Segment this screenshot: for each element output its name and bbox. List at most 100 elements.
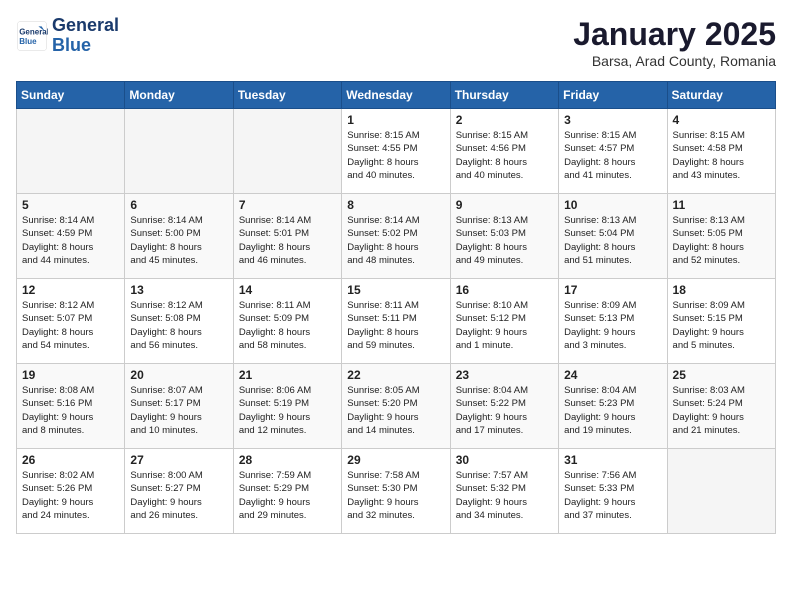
month-title: January 2025 [573,16,776,53]
location: Barsa, Arad County, Romania [573,53,776,69]
day-number: 20 [130,368,227,382]
day-number: 8 [347,198,444,212]
day-number: 16 [456,283,553,297]
day-number: 14 [239,283,336,297]
weekday-header: Thursday [450,82,558,109]
day-number: 4 [673,113,770,127]
calendar-week-row: 12 Sunrise: 8:12 AM Sunset: 5:07 PM Dayli… [17,279,776,364]
day-number: 6 [130,198,227,212]
day-info: Sunrise: 8:08 AM Sunset: 5:16 PM Dayligh… [22,384,119,437]
calendar-cell: 5 Sunrise: 8:14 AM Sunset: 4:59 PM Daylig… [17,194,125,279]
title-block: January 2025 Barsa, Arad County, Romania [573,16,776,69]
calendar-cell: 25 Sunrise: 8:03 AM Sunset: 5:24 PM Dayli… [667,364,775,449]
day-number: 17 [564,283,661,297]
logo-icon: General Blue [16,20,48,52]
day-info: Sunrise: 8:06 AM Sunset: 5:19 PM Dayligh… [239,384,336,437]
calendar-cell: 8 Sunrise: 8:14 AM Sunset: 5:02 PM Daylig… [342,194,450,279]
day-info: Sunrise: 7:58 AM Sunset: 5:30 PM Dayligh… [347,469,444,522]
day-info: Sunrise: 7:57 AM Sunset: 5:32 PM Dayligh… [456,469,553,522]
calendar-cell: 21 Sunrise: 8:06 AM Sunset: 5:19 PM Dayli… [233,364,341,449]
day-number: 9 [456,198,553,212]
calendar-table: SundayMondayTuesdayWednesdayThursdayFrid… [16,81,776,534]
calendar-cell [17,109,125,194]
calendar-cell: 16Sunrise: 8:10 AM Sunset: 5:12 PM Dayli… [450,279,558,364]
calendar-cell: 31 Sunrise: 7:56 AM Sunset: 5:33 PM Dayli… [559,449,667,534]
day-number: 18 [673,283,770,297]
day-number: 29 [347,453,444,467]
day-info: Sunrise: 8:09 AM Sunset: 5:13 PM Dayligh… [564,299,661,352]
calendar-cell: 1 Sunrise: 8:15 AM Sunset: 4:55 PM Daylig… [342,109,450,194]
day-info: Sunrise: 8:04 AM Sunset: 5:23 PM Dayligh… [564,384,661,437]
calendar-cell: 28 Sunrise: 7:59 AM Sunset: 5:29 PM Dayli… [233,449,341,534]
calendar-cell: 15 Sunrise: 8:11 AM Sunset: 5:11 PM Dayli… [342,279,450,364]
weekday-header: Saturday [667,82,775,109]
calendar-cell: 27 Sunrise: 8:00 AM Sunset: 5:27 PM Dayli… [125,449,233,534]
day-info: Sunrise: 8:12 AM Sunset: 5:07 PM Dayligh… [22,299,119,352]
weekday-header: Tuesday [233,82,341,109]
day-info: Sunrise: 8:14 AM Sunset: 5:01 PM Dayligh… [239,214,336,267]
calendar-cell: 14 Sunrise: 8:11 AM Sunset: 5:09 PM Dayli… [233,279,341,364]
calendar-cell: 24 Sunrise: 8:04 AM Sunset: 5:23 PM Dayli… [559,364,667,449]
weekday-header: Friday [559,82,667,109]
day-number: 15 [347,283,444,297]
calendar-cell: 9 Sunrise: 8:13 AM Sunset: 5:03 PM Daylig… [450,194,558,279]
day-number: 22 [347,368,444,382]
svg-text:Blue: Blue [19,37,37,46]
day-info: Sunrise: 8:03 AM Sunset: 5:24 PM Dayligh… [673,384,770,437]
weekday-header: Sunday [17,82,125,109]
day-info: Sunrise: 7:59 AM Sunset: 5:29 PM Dayligh… [239,469,336,522]
day-info: Sunrise: 8:15 AM Sunset: 4:56 PM Dayligh… [456,129,553,182]
calendar-cell: 2Sunrise: 8:15 AM Sunset: 4:56 PM Daylig… [450,109,558,194]
day-number: 10 [564,198,661,212]
calendar-cell [233,109,341,194]
day-number: 23 [456,368,553,382]
day-info: Sunrise: 8:12 AM Sunset: 5:08 PM Dayligh… [130,299,227,352]
day-number: 3 [564,113,661,127]
day-info: Sunrise: 8:13 AM Sunset: 5:05 PM Dayligh… [673,214,770,267]
calendar-cell: 30Sunrise: 7:57 AM Sunset: 5:32 PM Dayli… [450,449,558,534]
calendar-cell: 29 Sunrise: 7:58 AM Sunset: 5:30 PM Dayli… [342,449,450,534]
day-info: Sunrise: 8:14 AM Sunset: 4:59 PM Dayligh… [22,214,119,267]
day-number: 25 [673,368,770,382]
day-info: Sunrise: 8:13 AM Sunset: 5:03 PM Dayligh… [456,214,553,267]
day-info: Sunrise: 8:11 AM Sunset: 5:11 PM Dayligh… [347,299,444,352]
day-info: Sunrise: 8:02 AM Sunset: 5:26 PM Dayligh… [22,469,119,522]
day-info: Sunrise: 8:05 AM Sunset: 5:20 PM Dayligh… [347,384,444,437]
day-number: 26 [22,453,119,467]
weekday-header: Monday [125,82,233,109]
day-info: Sunrise: 8:04 AM Sunset: 5:22 PM Dayligh… [456,384,553,437]
day-info: Sunrise: 8:00 AM Sunset: 5:27 PM Dayligh… [130,469,227,522]
calendar-cell: 4 Sunrise: 8:15 AM Sunset: 4:58 PM Daylig… [667,109,775,194]
calendar-cell: 26 Sunrise: 8:02 AM Sunset: 5:26 PM Dayli… [17,449,125,534]
day-number: 5 [22,198,119,212]
calendar-cell: 22 Sunrise: 8:05 AM Sunset: 5:20 PM Dayli… [342,364,450,449]
day-number: 27 [130,453,227,467]
day-info: Sunrise: 8:14 AM Sunset: 5:00 PM Dayligh… [130,214,227,267]
day-number: 21 [239,368,336,382]
calendar-cell: 3Sunrise: 8:15 AM Sunset: 4:57 PM Daylig… [559,109,667,194]
day-info: Sunrise: 8:15 AM Sunset: 4:55 PM Dayligh… [347,129,444,182]
day-number: 31 [564,453,661,467]
calendar-cell: 11 Sunrise: 8:13 AM Sunset: 5:05 PM Dayli… [667,194,775,279]
svg-text:General: General [19,27,48,36]
day-number: 24 [564,368,661,382]
day-number: 1 [347,113,444,127]
calendar-week-row: 26 Sunrise: 8:02 AM Sunset: 5:26 PM Dayli… [17,449,776,534]
day-info: Sunrise: 8:07 AM Sunset: 5:17 PM Dayligh… [130,384,227,437]
day-info: Sunrise: 8:15 AM Sunset: 4:58 PM Dayligh… [673,129,770,182]
day-number: 28 [239,453,336,467]
day-info: Sunrise: 8:11 AM Sunset: 5:09 PM Dayligh… [239,299,336,352]
day-info: Sunrise: 8:13 AM Sunset: 5:04 PM Dayligh… [564,214,661,267]
calendar-week-row: 5 Sunrise: 8:14 AM Sunset: 4:59 PM Daylig… [17,194,776,279]
calendar-cell: 18Sunrise: 8:09 AM Sunset: 5:15 PM Dayli… [667,279,775,364]
calendar-week-row: 19Sunrise: 8:08 AM Sunset: 5:16 PM Dayli… [17,364,776,449]
day-number: 12 [22,283,119,297]
page-header: General Blue General Blue January 2025 B… [16,16,776,69]
day-number: 13 [130,283,227,297]
day-info: Sunrise: 8:14 AM Sunset: 5:02 PM Dayligh… [347,214,444,267]
day-number: 11 [673,198,770,212]
day-info: Sunrise: 7:56 AM Sunset: 5:33 PM Dayligh… [564,469,661,522]
logo: General Blue General Blue [16,16,119,56]
calendar-cell: 23 Sunrise: 8:04 AM Sunset: 5:22 PM Dayli… [450,364,558,449]
logo-text: General Blue [52,16,119,56]
